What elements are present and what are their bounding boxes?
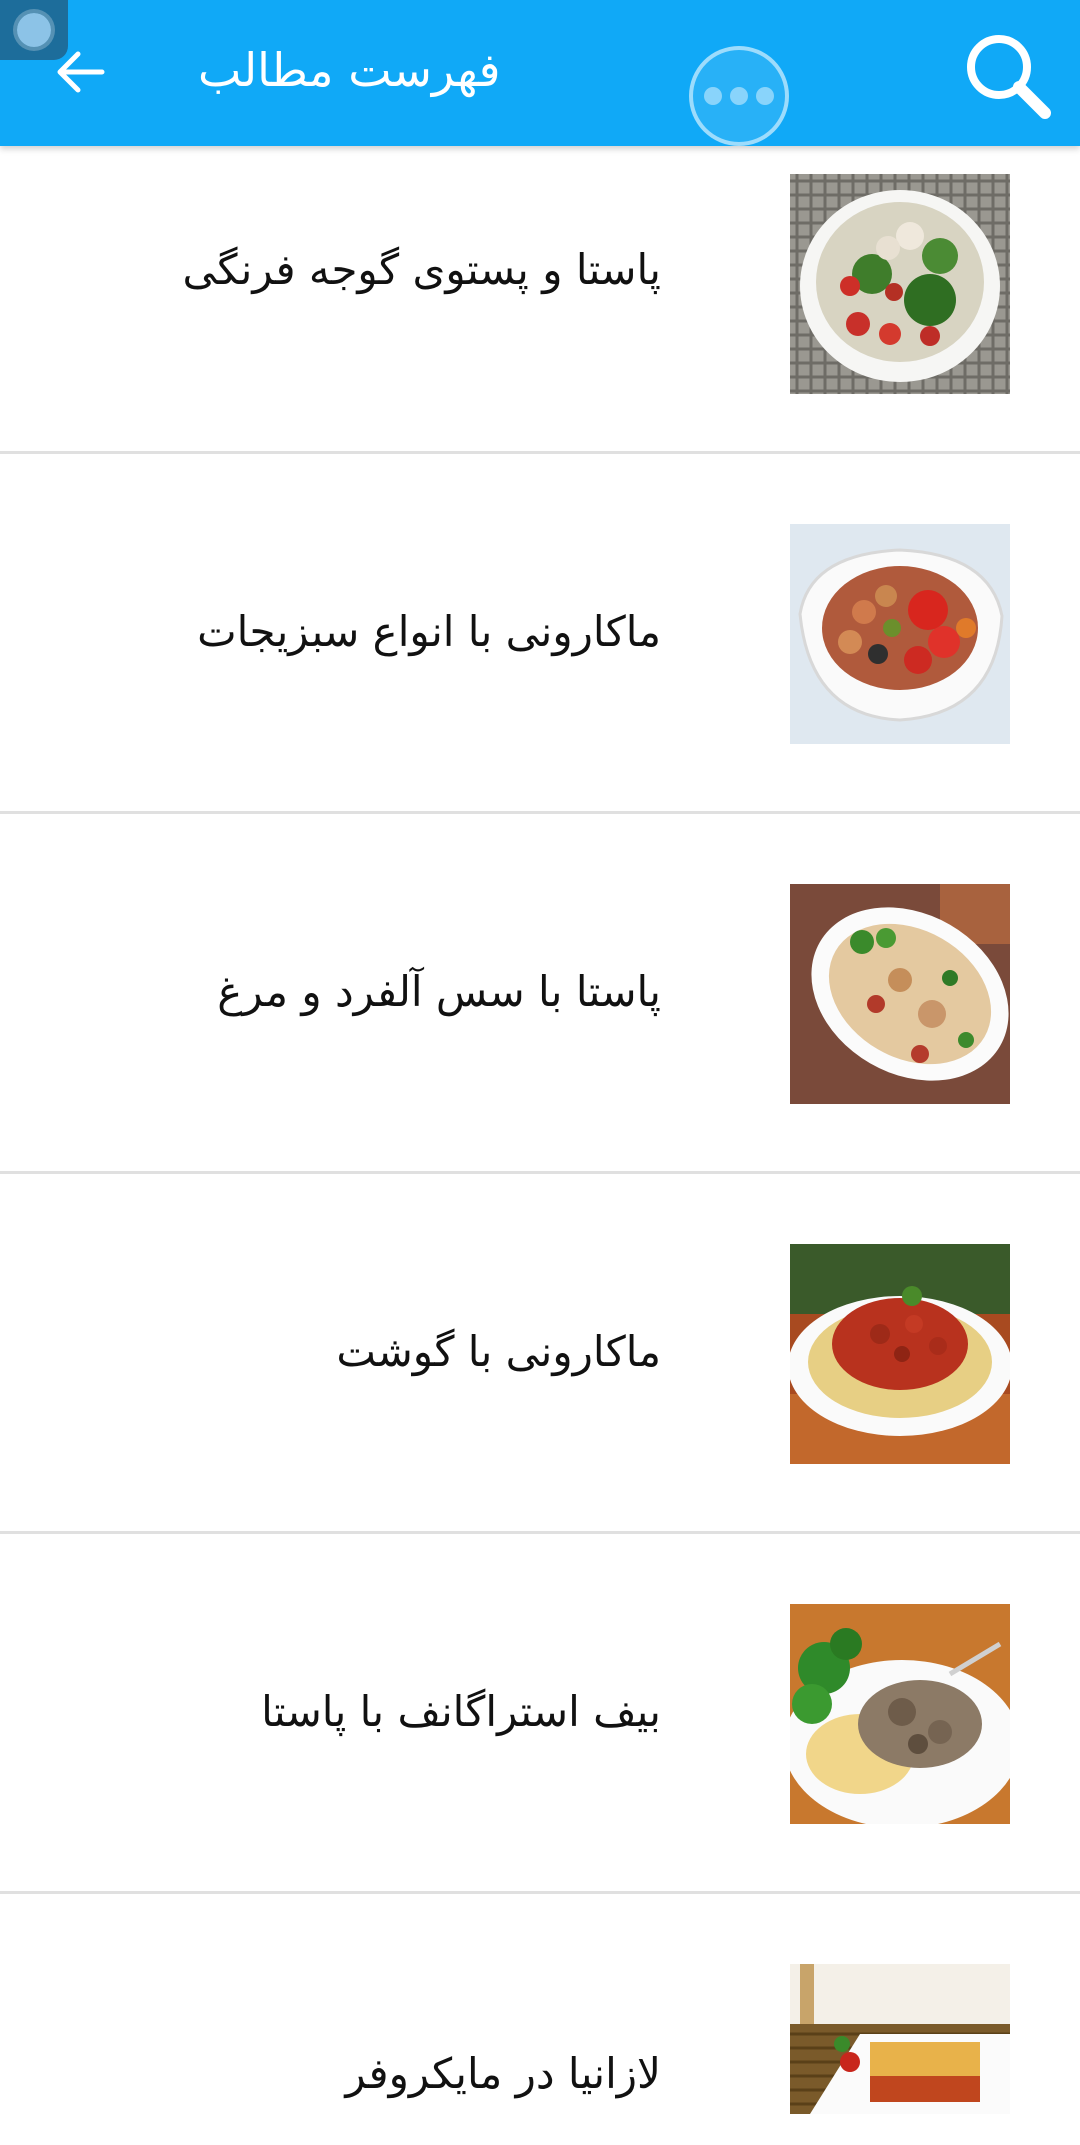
list-item-title: ماکارونی با انواع سبزیجات: [197, 607, 661, 656]
list-item-title: بیف استراگانف با پاستا: [261, 1687, 661, 1736]
list-item[interactable]: پاستا و پستوی گوجه فرنگی: [0, 146, 1080, 454]
more-options-button[interactable]: [689, 46, 789, 146]
page-title: فهرست مطالب: [198, 43, 501, 97]
list-item-title: پاستا و پستوی گوجه فرنگی: [182, 245, 661, 294]
search-icon: [961, 29, 1053, 121]
search-button[interactable]: [952, 20, 1062, 130]
list-item[interactable]: لازانیا در مایکروفر: [0, 1894, 1080, 2114]
list-item[interactable]: پاستا با سس آلفرد و مرغ: [0, 814, 1080, 1174]
list-item-title: پاستا با سس آلفرد و مرغ: [217, 967, 661, 1016]
beef-stroganoff-image: [790, 1604, 1010, 1824]
spaghetti-meat-sauce-image: [790, 1244, 1010, 1464]
list-item-title: ماکارونی با گوشت: [336, 1327, 661, 1376]
app-bar: فهرست مطالب: [0, 0, 1080, 146]
more-dots-icon: [704, 87, 722, 105]
recipe-list: پاستا و پستوی گوجه فرنگی ماکارونی با انو…: [0, 146, 1080, 2114]
list-item-title: لازانیا در مایکروفر: [345, 2049, 661, 2098]
pasta-alfredo-chicken-image: [790, 884, 1010, 1104]
list-item[interactable]: بیف استراگانف با پاستا: [0, 1534, 1080, 1894]
salad-bowl-image: [790, 174, 1010, 394]
assistive-touch-dot: [17, 13, 51, 47]
assistive-touch-button[interactable]: [0, 0, 68, 60]
fusilli-vegetables-image: [790, 524, 1010, 744]
lasagna-image: [790, 1964, 1010, 2114]
list-item[interactable]: ماکارونی با گوشت: [0, 1174, 1080, 1534]
list-item[interactable]: ماکارونی با انواع سبزیجات: [0, 454, 1080, 814]
